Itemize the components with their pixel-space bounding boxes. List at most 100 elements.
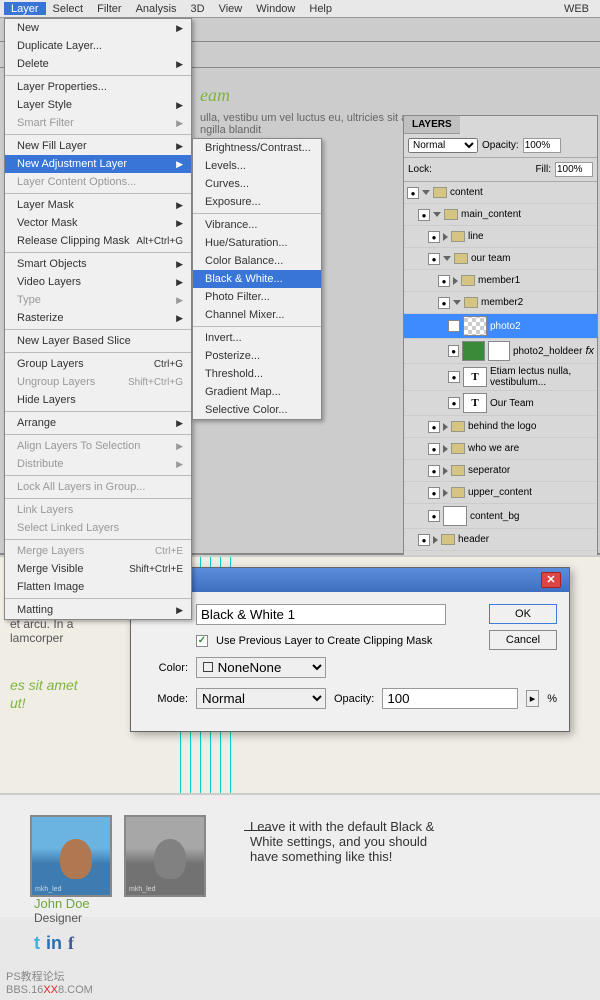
menu-levels[interactable]: Levels... (193, 157, 321, 175)
opacity-input[interactable] (523, 138, 561, 153)
menu-exposure[interactable]: Exposure... (193, 193, 321, 211)
visibility-icon[interactable]: ● (438, 297, 450, 309)
clip-checkbox[interactable]: ✓ (196, 635, 208, 647)
menu-hide-layers[interactable]: Hide Layers (5, 391, 191, 409)
folder-icon (464, 297, 478, 308)
menu-rasterize[interactable]: Rasterize▶ (5, 309, 191, 327)
menu-web[interactable]: WEB (557, 2, 596, 15)
close-button[interactable]: ✕ (541, 572, 561, 588)
instruction-text: Leave it with the default Black & White … (250, 815, 450, 897)
opacity-stepper[interactable]: ▸ (526, 690, 540, 707)
visibility-icon[interactable]: ● (418, 209, 430, 221)
menu-photo-filter[interactable]: Photo Filter... (193, 288, 321, 306)
twitter-icon[interactable]: t (34, 933, 40, 954)
layer-photo2-holder[interactable]: ●photo2_holdeerfx (404, 339, 597, 364)
menu-posterize[interactable]: Posterize... (193, 347, 321, 365)
visibility-icon[interactable]: ● (448, 320, 460, 332)
layer-seperator[interactable]: ●seperator (404, 460, 597, 482)
menu-3d[interactable]: 3D (184, 2, 212, 15)
layer-our-team[interactable]: ●our team (404, 248, 597, 270)
menu-brightness[interactable]: Brightness/Contrast... (193, 139, 321, 157)
menu-analysis[interactable]: Analysis (129, 2, 184, 15)
visibility-icon[interactable]: ● (428, 510, 440, 522)
layer-text1[interactable]: ●TEtiam lectus nulla, vestibulum... (404, 364, 597, 391)
opacity-input[interactable] (382, 688, 517, 709)
layer-header[interactable]: ●header (404, 529, 597, 551)
visibility-icon[interactable]: ● (428, 421, 440, 433)
folder-icon (451, 231, 465, 242)
menu-arrange[interactable]: Arrange▶ (5, 414, 191, 432)
layers-panel: LAYERS Normal Opacity: Lock: Fill: ●cont… (403, 115, 598, 574)
menu-new-adjustment-layer[interactable]: New Adjustment Layer▶ (5, 155, 191, 173)
menu-channel-mixer[interactable]: Channel Mixer... (193, 306, 321, 324)
menu-window[interactable]: Window (249, 2, 302, 15)
blend-mode-select[interactable]: Normal (408, 138, 478, 153)
mode-select[interactable]: Normal (196, 688, 326, 709)
menu-merge-visible[interactable]: Merge VisibleShift+Ctrl+E (5, 560, 191, 578)
menu-ungroup-layers: Ungroup LayersShift+Ctrl+G (5, 373, 191, 391)
menu-black-white[interactable]: Black & White... (193, 270, 321, 288)
menu-layer-properties[interactable]: Layer Properties... (5, 78, 191, 96)
menu-threshold[interactable]: Threshold... (193, 365, 321, 383)
visibility-icon[interactable]: ● (428, 231, 440, 243)
menu-help[interactable]: Help (302, 2, 339, 15)
menu-filter[interactable]: Filter (90, 2, 128, 15)
layer-member1[interactable]: ●member1 (404, 270, 597, 292)
menu-curves[interactable]: Curves... (193, 175, 321, 193)
menu-vibrance[interactable]: Vibrance... (193, 216, 321, 234)
visibility-icon[interactable]: ● (407, 187, 419, 199)
ok-button[interactable]: OK (489, 604, 557, 624)
layer-behind-logo[interactable]: ●behind the logo (404, 416, 597, 438)
menu-flatten[interactable]: Flatten Image (5, 578, 191, 596)
menu-video-layers[interactable]: Video Layers▶ (5, 273, 191, 291)
visibility-icon[interactable]: ● (448, 371, 460, 383)
menu-group-layers[interactable]: Group LayersCtrl+G (5, 355, 191, 373)
color-label: Color: (143, 662, 188, 674)
layers-tab[interactable]: LAYERS (404, 116, 460, 134)
facebook-icon[interactable]: f (68, 933, 74, 954)
menu-smart-objects[interactable]: Smart Objects▶ (5, 255, 191, 273)
menu-duplicate-layer[interactable]: Duplicate Layer... (5, 37, 191, 55)
visibility-icon[interactable]: ● (448, 345, 459, 357)
menu-release-clipping[interactable]: Release Clipping MaskAlt+Ctrl+G (5, 232, 191, 250)
visibility-icon[interactable]: ● (448, 397, 460, 409)
visibility-icon[interactable]: ● (428, 465, 440, 477)
menu-vector-mask[interactable]: Vector Mask▶ (5, 214, 191, 232)
menu-layer[interactable]: Layer (4, 2, 46, 15)
menu-layer-mask[interactable]: Layer Mask▶ (5, 196, 191, 214)
color-select[interactable]: ☐ NoneNone (196, 657, 326, 678)
visibility-icon[interactable]: ● (428, 487, 440, 499)
menu-new-fill-layer[interactable]: New Fill Layer▶ (5, 137, 191, 155)
menu-matting[interactable]: Matting▶ (5, 601, 191, 619)
menu-smart-filter: Smart Filter▶ (5, 114, 191, 132)
menu-color-balance[interactable]: Color Balance... (193, 252, 321, 270)
menu-invert[interactable]: Invert... (193, 329, 321, 347)
menu-layer-style[interactable]: Layer Style▶ (5, 96, 191, 114)
menu-hue-saturation[interactable]: Hue/Saturation... (193, 234, 321, 252)
layer-line[interactable]: ●line (404, 226, 597, 248)
layer-photo2[interactable]: ●photo2 (404, 314, 597, 339)
menu-select[interactable]: Select (46, 2, 91, 15)
menu-gradient-map[interactable]: Gradient Map... (193, 383, 321, 401)
visibility-icon[interactable]: ● (428, 443, 440, 455)
visibility-icon[interactable]: ● (418, 534, 430, 546)
menu-selective-color[interactable]: Selective Color... (193, 401, 321, 419)
menu-new[interactable]: New▶ (5, 19, 191, 37)
linkedin-icon[interactable]: in (46, 933, 62, 954)
layer-main-content[interactable]: ●main_content (404, 204, 597, 226)
layer-who-we-are[interactable]: ●who we are (404, 438, 597, 460)
visibility-icon[interactable]: ● (438, 275, 450, 287)
visibility-icon[interactable]: ● (428, 253, 440, 265)
layer-content-bg[interactable]: ●content_bg (404, 504, 597, 529)
cancel-button[interactable]: Cancel (489, 630, 557, 650)
name-input[interactable] (196, 604, 446, 625)
layer-text2[interactable]: ●TOur Team (404, 391, 597, 416)
layer-member2[interactable]: ●member2 (404, 292, 597, 314)
menu-delete[interactable]: Delete▶ (5, 55, 191, 73)
menu-new-slice[interactable]: New Layer Based Slice (5, 332, 191, 350)
fill-input[interactable] (555, 162, 593, 177)
layer-thumbnail (462, 341, 484, 361)
menu-view[interactable]: View (212, 2, 250, 15)
layer-upper-content[interactable]: ●upper_content (404, 482, 597, 504)
layer-content[interactable]: ●content (404, 182, 597, 204)
